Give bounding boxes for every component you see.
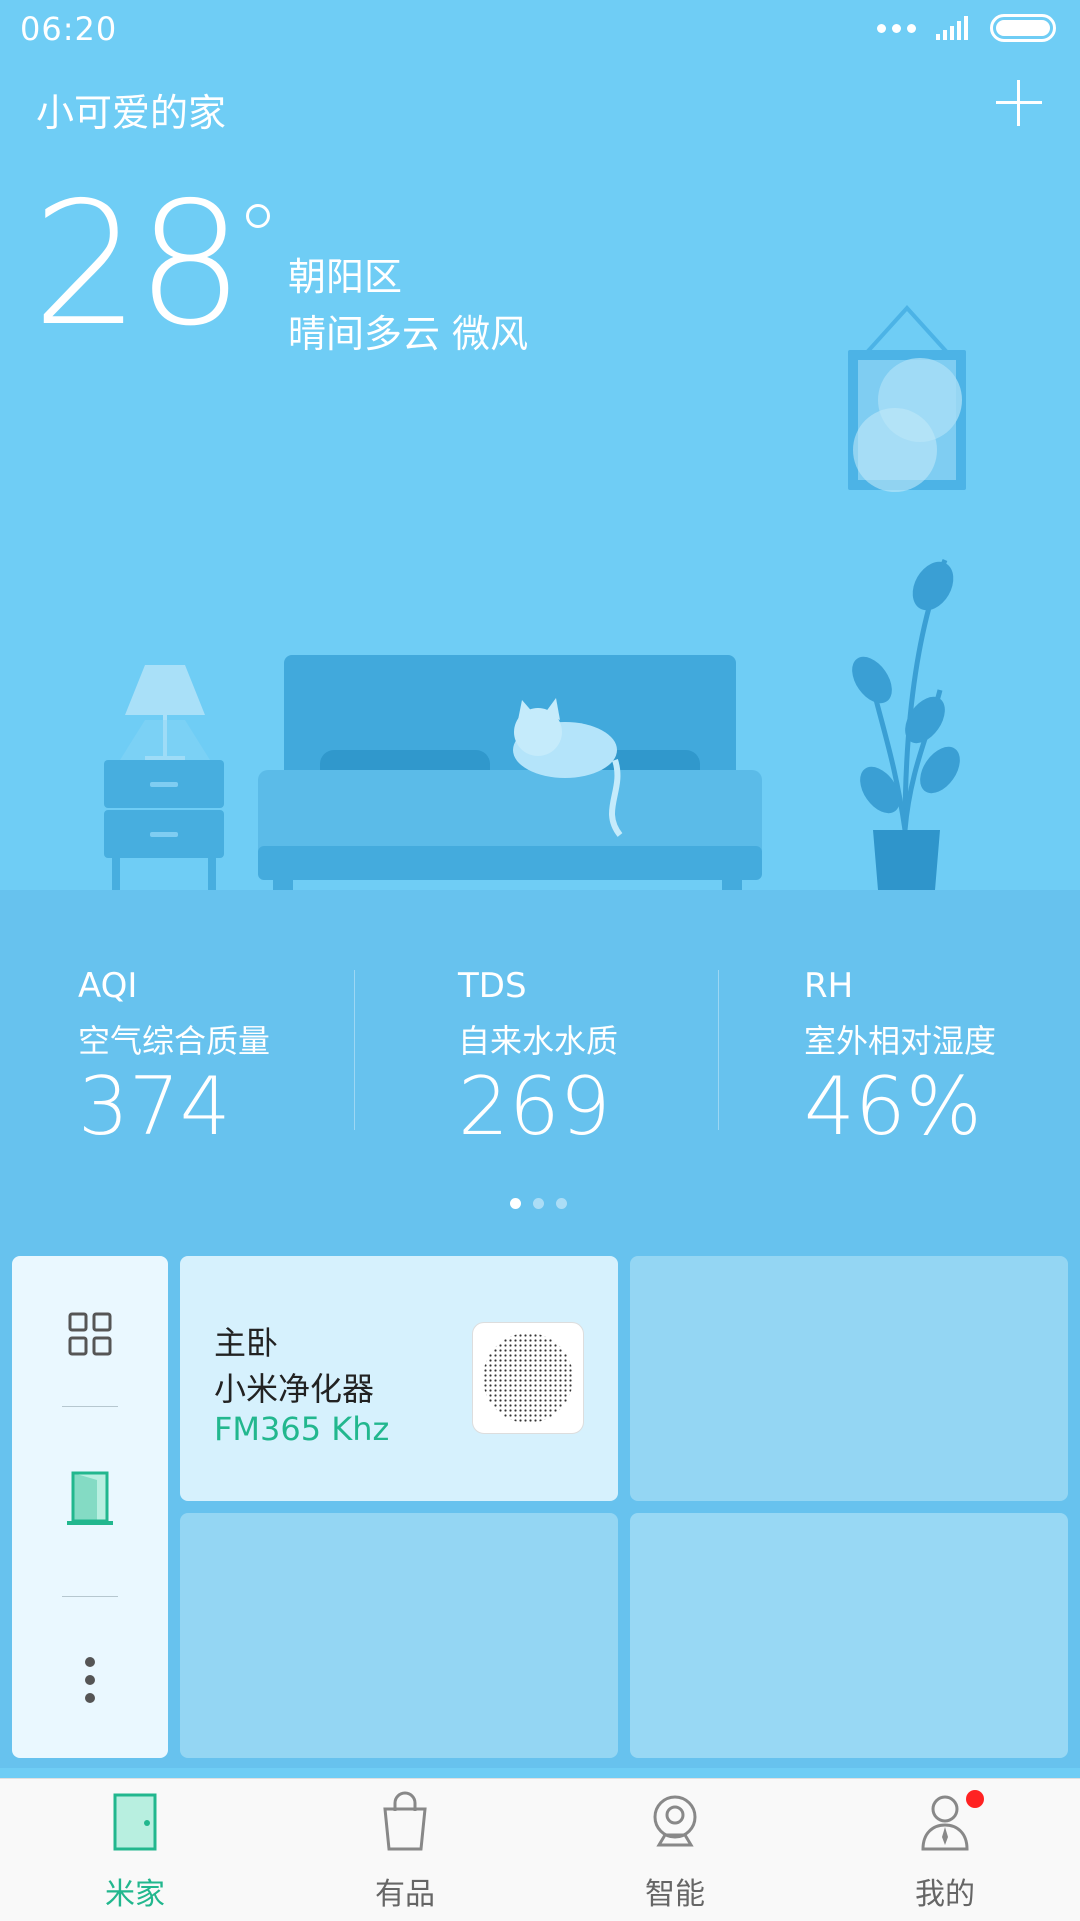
page-dot-active [510, 1198, 521, 1209]
nightstand-icon [104, 760, 224, 890]
empty-tile[interactable] [180, 1513, 618, 1758]
metric-divider [718, 970, 719, 1130]
grid-icon[interactable] [68, 1312, 112, 1356]
nav-label: 我的 [915, 1877, 975, 1912]
device-tile-purifier[interactable]: 主卧 小米净化器 FM365 Khz [180, 1256, 618, 1501]
metric-label: 空气综合质量 [78, 1022, 271, 1060]
more-dots-icon [877, 23, 916, 33]
camera-icon [653, 1795, 697, 1847]
sofa-icon [258, 655, 762, 890]
add-button[interactable] [996, 80, 1042, 126]
metric-value: 46% [804, 1060, 982, 1153]
page-dot [533, 1198, 544, 1209]
picture-frame-icon [848, 305, 966, 492]
nav-label: 智能 [645, 1877, 705, 1912]
home-title[interactable]: 小可爱的家 [36, 82, 226, 137]
status-icons [877, 14, 1056, 42]
bottom-nav: 米家 有品 智能 我的 [0, 1778, 1080, 1921]
plant-icon [852, 559, 960, 890]
battery-icon [990, 14, 1056, 42]
degree-icon [246, 204, 270, 228]
empty-tile[interactable] [630, 1256, 1068, 1501]
metric-divider [354, 970, 355, 1130]
more-vertical-icon[interactable] [84, 1656, 96, 1704]
nav-label: 有品 [375, 1877, 435, 1912]
metric-code: AQI [78, 966, 138, 1006]
page-dot [556, 1198, 567, 1209]
nav-label: 米家 [105, 1877, 165, 1912]
shopping-bag-icon [383, 1791, 427, 1851]
separator [62, 1596, 118, 1597]
metrics-panel[interactable]: AQI 空气综合质量 374 TDS 自来水水质 269 RH 室外相对湿度 4… [0, 890, 1080, 1270]
device-status: FM365 Khz [214, 1410, 390, 1448]
notification-badge [966, 1790, 984, 1808]
device-name: 小米净化器 [214, 1370, 375, 1408]
status-time: 06:20 [20, 10, 118, 48]
room-illustration [104, 305, 966, 890]
page-indicator [510, 1198, 567, 1209]
metric-label: 自来水水质 [458, 1022, 619, 1060]
lamp-icon [120, 665, 210, 762]
air-purifier-icon [472, 1322, 584, 1434]
nav-item-smart[interactable]: 智能 [540, 1779, 810, 1921]
nav-item-mijia[interactable]: 米家 [0, 1779, 270, 1921]
nav-item-mine[interactable]: 我的 [810, 1779, 1080, 1921]
side-menu-card [12, 1256, 168, 1758]
empty-tile[interactable] [630, 1513, 1068, 1758]
metric-value: 269 [458, 1060, 611, 1153]
door-icon [113, 1793, 157, 1851]
device-room: 主卧 [214, 1324, 279, 1362]
metric-code: TDS [458, 966, 527, 1006]
metric-label: 室外相对湿度 [804, 1022, 997, 1060]
signal-icon [936, 16, 968, 40]
door-icon[interactable] [67, 1470, 113, 1528]
metric-value: 374 [78, 1060, 231, 1153]
metric-code: RH [804, 966, 854, 1006]
separator [62, 1406, 118, 1407]
nav-item-youpin[interactable]: 有品 [270, 1779, 540, 1921]
